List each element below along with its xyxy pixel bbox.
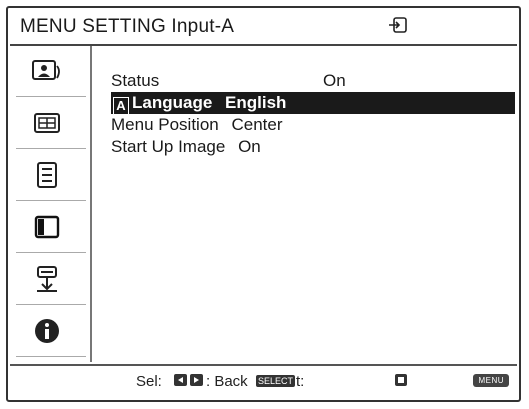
arrow-keys-icon (174, 373, 204, 391)
menu-row-label: Status (111, 71, 160, 90)
sidebar-divider (16, 96, 86, 97)
sidebar-divider (16, 252, 86, 253)
menu-row-value: On (238, 137, 261, 156)
menu-row-start-up-image[interactable]: Start Up Image On (111, 136, 515, 158)
information-icon[interactable] (30, 316, 64, 346)
square-key-icon (394, 373, 408, 391)
screen-icon[interactable] (30, 108, 64, 138)
menu-row-label: Language (132, 93, 213, 112)
footer-sel-label: Sel: (136, 373, 162, 390)
menu-setting-icon[interactable] (30, 212, 64, 242)
input-switch-icon (389, 17, 407, 33)
sidebar-divider (16, 148, 86, 149)
menu-window: MENU SETTING Input-A Status On A Languag… (6, 6, 521, 402)
footer-back-label: : Back (206, 373, 248, 390)
menu-row-value: On (323, 71, 346, 90)
category-sidebar (10, 46, 92, 362)
sidebar-divider (16, 356, 86, 357)
menu-row-label: Start Up Image (111, 137, 226, 156)
menu-row-language[interactable]: A Language English (111, 92, 515, 116)
menu-row-menu-position[interactable]: Menu Position Center (111, 114, 515, 136)
footer-set-label: t: (296, 373, 305, 390)
installation-icon[interactable] (30, 264, 64, 294)
sidebar-divider (16, 200, 86, 201)
menu-row-value: English (225, 93, 287, 112)
function-icon[interactable] (30, 160, 64, 190)
menu-row-value: Center (231, 115, 283, 134)
menu-items: Status On A Language English Menu Positio… (111, 70, 515, 158)
menu-row-label: Menu Position (111, 115, 219, 134)
menu-row-status[interactable]: Status On (111, 70, 515, 92)
select-key-icon: SELECT (256, 375, 296, 387)
menu-key-icon: MENU (473, 374, 509, 387)
sidebar-divider (16, 304, 86, 305)
key-guide-footer: Sel: : Back SELECT t: MENU (10, 364, 517, 398)
title-bar: MENU SETTING Input-A (10, 10, 517, 46)
menu-title: MENU SETTING Input-A (20, 16, 235, 37)
picture-icon[interactable] (30, 56, 64, 86)
